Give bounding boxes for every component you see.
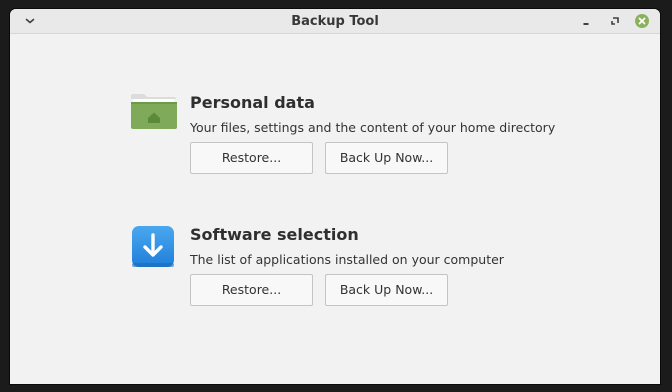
restore-software-selection-button[interactable]: Restore... bbox=[190, 274, 313, 306]
backup-personal-data-button[interactable]: Back Up Now... bbox=[325, 142, 448, 174]
backup-software-selection-button[interactable]: Back Up Now... bbox=[325, 274, 448, 306]
section-title: Software selection bbox=[190, 225, 359, 244]
close-icon[interactable] bbox=[634, 13, 650, 29]
section-title: Personal data bbox=[190, 93, 315, 112]
section-description: Your files, settings and the content of … bbox=[190, 120, 556, 135]
folder-home-icon bbox=[130, 91, 178, 135]
maximize-icon[interactable] bbox=[607, 13, 623, 29]
minimize-icon[interactable] bbox=[578, 13, 594, 29]
title-bar[interactable]: Backup Tool bbox=[10, 9, 660, 34]
backup-tool-window: Backup Tool Personal data Your files, se… bbox=[10, 9, 660, 384]
window-title: Backup Tool bbox=[291, 14, 379, 29]
section-description: The list of applications installed on yo… bbox=[190, 252, 504, 267]
restore-personal-data-button[interactable]: Restore... bbox=[190, 142, 313, 174]
download-arrow-icon bbox=[130, 223, 176, 273]
